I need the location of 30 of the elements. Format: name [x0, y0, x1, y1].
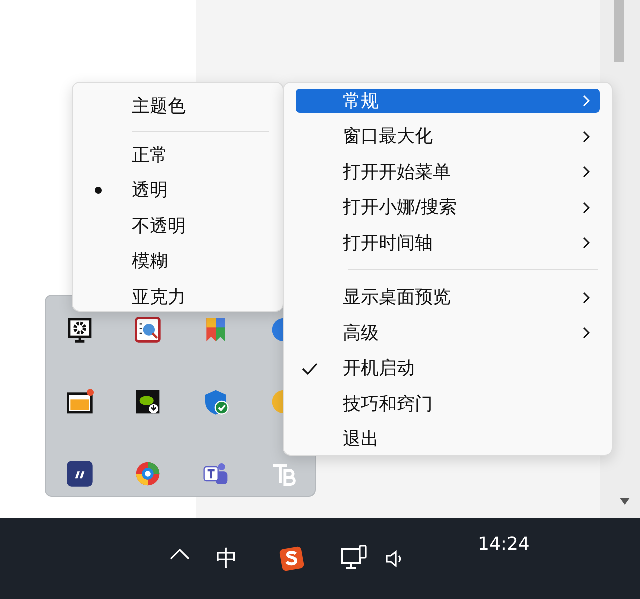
ring-icon[interactable]: [134, 460, 162, 488]
menu-item[interactable]: 透明: [73, 173, 283, 208]
menu-item[interactable]: 高级: [296, 316, 600, 351]
menu-item[interactable]: 退出: [296, 422, 600, 458]
document-search-icon[interactable]: [134, 316, 162, 344]
menu-item[interactable]: 技巧和窍门: [296, 386, 600, 422]
menu-item[interactable]: 模糊: [73, 244, 283, 280]
menu-header: 主题色: [131, 95, 187, 120]
network-icon[interactable]: [340, 544, 368, 572]
browser-window-icon[interactable]: [66, 388, 94, 416]
menu-item[interactable]: 亚克力: [73, 280, 283, 315]
input-app-icon[interactable]: [279, 546, 305, 572]
menu-item[interactable]: 不透明: [73, 208, 283, 244]
speaker-icon[interactable]: [385, 550, 403, 568]
menu-item[interactable]: 显示桌面预览: [296, 280, 600, 316]
quote-icon[interactable]: [66, 460, 94, 488]
menu-item[interactable]: 打开开始菜单: [296, 154, 600, 190]
scroll-down-arrow-icon[interactable]: [620, 498, 630, 505]
scrollbar-thumb[interactable]: [614, 0, 624, 62]
menu-item[interactable]: 窗口最大化: [296, 119, 600, 154]
menu-item[interactable]: 打开时间轴: [296, 226, 600, 261]
menu-item[interactable]: 正常: [73, 138, 283, 173]
menu-item[interactable]: 常规: [296, 89, 600, 113]
download-icon[interactable]: [134, 388, 162, 416]
clock-time[interactable]: 14:24: [478, 531, 530, 558]
monitor-gear-icon[interactable]: [66, 316, 94, 344]
menu-item[interactable]: 开机启动: [296, 351, 600, 386]
chevron-up-icon[interactable]: [170, 548, 190, 560]
menu-item[interactable]: 打开小娜/搜索: [296, 190, 600, 226]
input-method-indicator[interactable]: 中: [216, 543, 238, 576]
